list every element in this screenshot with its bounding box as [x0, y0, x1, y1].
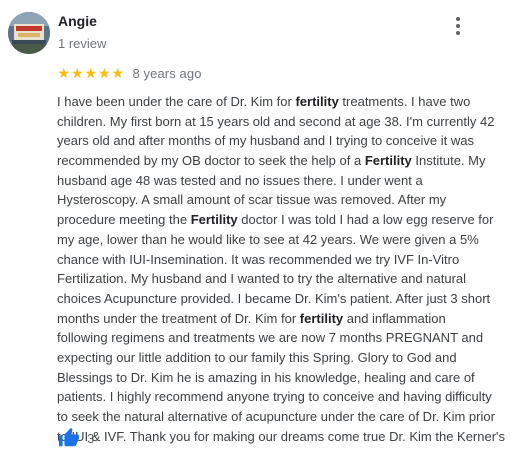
review-text-segment: to seek the natural alternative of acupu…: [57, 409, 495, 424]
review-text-line: my age, lower than he would like to see …: [57, 230, 505, 250]
review-text-line: chance with IUI-Insemination. It was rec…: [57, 250, 505, 270]
review-text-segment: I have been under the care of Dr. Kim fo…: [57, 94, 296, 109]
highlighted-keyword: Fertility: [364, 153, 412, 169]
review-text-segment: months under the treatment of Dr. Kim fo…: [57, 310, 300, 326]
review-text-segment: Institute. My: [411, 153, 486, 169]
review-text-segment: recommended by my OB doctor to seek the …: [57, 153, 365, 169]
like-count: 3: [87, 430, 95, 446]
review-text-segment: Blessings to Dr. Kim he is amazing in hi…: [57, 369, 475, 385]
review-text-line: children. My first born at 15 years old …: [57, 112, 505, 132]
review-text-segment: to IUI & IVF. Thank you for making our d…: [57, 428, 506, 444]
review-text-line: husband age 48 was tested and no issues …: [57, 171, 505, 191]
review-text-line: to seek the natural alternative of acupu…: [57, 407, 505, 427]
review-text-segment: choices Acupuncture provided. I became D…: [57, 290, 491, 306]
review-text-segment: husband age 48 was tested and no issues …: [57, 172, 423, 188]
review-text-line: procedure meeting the Fertility doctor I…: [57, 210, 505, 230]
review-text-segment: treatments. I have two: [338, 94, 471, 109]
review-text-segment: and inflammation: [343, 310, 446, 326]
star-icon: ★: [97, 65, 111, 81]
review-text-segment: chance with IUI-Insemination. It was rec…: [57, 251, 460, 267]
review-date: 8 years ago: [132, 65, 202, 81]
review-text-segment: my age, lower than he would like to see …: [57, 231, 479, 247]
more-options-icon-dot: [456, 24, 460, 28]
review-text-segment: expecting our little addition to our fam…: [57, 349, 457, 365]
star-icon: ★: [70, 65, 84, 81]
reviewer-name[interactable]: Angie: [58, 13, 97, 29]
review-text-line: years old and after months of my husband…: [57, 131, 505, 151]
review-text-segment: procedure meeting the: [57, 212, 191, 228]
review-text: I have been under the care of Dr. Kim fo…: [57, 92, 505, 446]
review-text-segment: Fertilization. My husband and I wanted t…: [57, 271, 467, 287]
review-text-line: I have been under the care of Dr. Kim fo…: [57, 92, 505, 112]
reviewer-review-count: 1 review: [58, 36, 107, 51]
review-text-segment: years old and after months of my husband…: [57, 133, 474, 149]
like-button[interactable]: [58, 427, 80, 449]
star-icon: ★: [111, 65, 125, 81]
rating-row: ★ ★ ★ ★ ★ 8 years ago: [57, 65, 202, 81]
review-text-line: to IUI & IVF. Thank you for making our d…: [57, 427, 505, 447]
thumbs-up-icon: [58, 427, 80, 447]
more-options-icon-dot: [456, 31, 460, 35]
more-options-icon: [456, 17, 460, 21]
review-text-line: patients. I highly recommend anyone tryi…: [57, 387, 505, 407]
star-rating: ★ ★ ★ ★ ★: [57, 66, 125, 80]
review-text-segment: following regimens and treatments we are…: [57, 330, 484, 346]
review-text-line: months under the treatment of Dr. Kim fo…: [57, 309, 505, 329]
highlighted-keyword: Fertility: [190, 212, 238, 228]
review-card: Angie 1 review ★ ★ ★ ★ ★ 8 years ago I have …: [0, 0, 515, 460]
review-text-segment: patients. I highly recommend anyone tryi…: [57, 389, 492, 405]
highlighted-keyword: fertility: [299, 310, 344, 326]
review-text-line: Hysteroscopy. A small amount of scar tis…: [57, 190, 505, 210]
more-options-button[interactable]: [448, 14, 468, 38]
review-text-line: recommended by my OB doctor to seek the …: [57, 151, 505, 171]
review-text-segment: children. My first born at 15 years old …: [57, 113, 495, 129]
like-row: 3: [58, 426, 94, 450]
review-text-line: choices Acupuncture provided. I became D…: [57, 289, 505, 309]
review-text-segment: doctor I was told I had a low egg reserv…: [237, 212, 494, 228]
reviewer-avatar[interactable]: [8, 12, 50, 54]
highlighted-keyword: fertility: [295, 94, 339, 109]
star-icon: ★: [57, 65, 71, 81]
review-text-line: Blessings to Dr. Kim he is amazing in hi…: [57, 368, 505, 388]
review-text-segment: Hysteroscopy. A small amount of scar tis…: [57, 192, 447, 208]
review-text-line: expecting our little addition to our fam…: [57, 348, 505, 368]
review-text-line: following regimens and treatments we are…: [57, 328, 505, 348]
star-icon: ★: [84, 65, 98, 81]
review-text-line: Fertilization. My husband and I wanted t…: [57, 269, 505, 289]
